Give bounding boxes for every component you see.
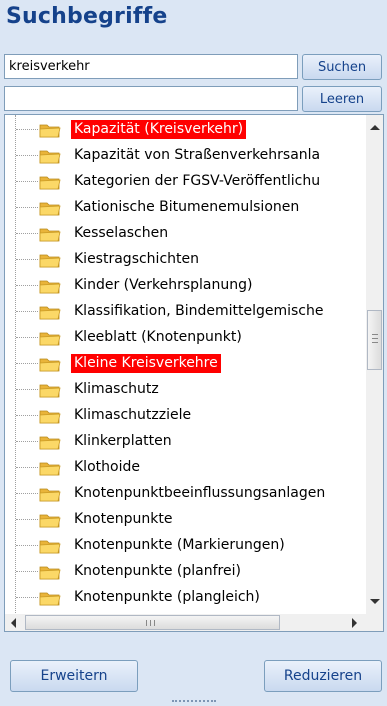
scrollbar-corner (366, 614, 383, 631)
tree-item[interactable]: Knotenpunkte (Markierungen) (5, 533, 365, 558)
secondary-field (4, 86, 298, 111)
vertical-scrollbar[interactable] (366, 115, 383, 614)
panel-title: Suchbegriffe (6, 4, 168, 29)
search-input[interactable] (4, 54, 298, 79)
expand-button[interactable]: Erweitern (10, 660, 138, 692)
scroll-up-arrow-icon[interactable] (370, 125, 380, 130)
tree-item[interactable]: Klimaschutzziele (5, 403, 365, 428)
folder-icon (39, 460, 61, 476)
tree-item[interactable]: Kapazität von Straßenverkehrsanla (5, 143, 365, 168)
folder-icon (39, 512, 61, 528)
collapse-button[interactable]: Reduzieren (264, 660, 382, 692)
tree-item-label[interactable]: Kategorien der FGSV-Veröffentlichu (71, 172, 323, 191)
tree-item[interactable]: Knotenpunktbeeinflussungsanlagen (5, 481, 365, 506)
tree-connector (16, 441, 38, 442)
tree-item[interactable]: Kesselaschen (5, 221, 365, 246)
tree-connector (16, 129, 38, 130)
tree-item-label[interactable]: Knotenpunkte (71, 510, 175, 529)
tree-item[interactable]: Kleine Kreisverkehre (5, 351, 365, 376)
tree-item-label[interactable]: Knotenpunktbeeinflussungsanlagen (71, 484, 328, 503)
scroll-right-arrow-icon[interactable] (352, 618, 357, 628)
tree-connector (16, 571, 38, 572)
folder-icon (39, 174, 61, 190)
tree-item-label[interactable]: Kleeblatt (Knotenpunkt) (71, 328, 245, 347)
tree-item-label[interactable]: Klimaschutz (71, 380, 162, 399)
folder-icon (39, 304, 61, 320)
horizontal-scrollbar[interactable] (5, 614, 366, 631)
tree-connector (16, 519, 38, 520)
folder-icon (39, 200, 61, 216)
tree-item[interactable]: Knotenpunkte (5, 507, 365, 532)
tree-item-label[interactable]: Kationische Bitumenemulsionen (71, 198, 302, 217)
tree-item[interactable]: Klimaschutz (5, 377, 365, 402)
tree-item-label[interactable]: Klimaschutzziele (71, 406, 194, 425)
tree-item[interactable]: Knotenpunkte (planfrei) (5, 559, 365, 584)
clear-button[interactable]: Leeren (302, 86, 382, 112)
tree-connector (16, 363, 38, 364)
folder-icon (39, 226, 61, 242)
horizontal-scroll-thumb[interactable] (25, 615, 280, 630)
tree-item-label[interactable]: Klinkerplatten (71, 432, 175, 451)
scroll-left-arrow-icon[interactable] (11, 618, 16, 628)
folder-icon (39, 434, 61, 450)
tree-connector (16, 233, 38, 234)
tree-item[interactable]: Kategorien der FGSV-Veröffentlichu (5, 169, 365, 194)
tree-item-label[interactable]: Kiestragschichten (71, 250, 202, 269)
tree-connector (16, 181, 38, 182)
folder-icon (39, 252, 61, 268)
folder-icon (39, 356, 61, 372)
folder-icon (39, 486, 61, 502)
tree-item[interactable]: Kapazität (Kreisverkehr) (5, 117, 365, 142)
tree-item[interactable]: Klothoide (5, 455, 365, 480)
tree-connector (16, 311, 38, 312)
tree-connector (16, 155, 38, 156)
tree-item-label[interactable]: Knotenpunkte (plangleich) (71, 588, 263, 607)
folder-icon (39, 590, 61, 606)
folder-icon (39, 330, 61, 346)
resize-grip[interactable] (172, 700, 216, 705)
tree-connector (16, 493, 38, 494)
folder-icon (39, 408, 61, 424)
folder-icon (39, 538, 61, 554)
folder-icon (39, 382, 61, 398)
tree-connector (16, 389, 38, 390)
tree-connector (16, 467, 38, 468)
tree-item-label[interactable]: Kapazität (Kreisverkehr) (71, 120, 247, 139)
tree-item-label[interactable]: Knotenpunkte (planfrei) (71, 562, 244, 581)
tree-connector (16, 285, 38, 286)
tree-item-label[interactable]: Kesselaschen (71, 224, 171, 243)
tree-item-label[interactable]: Kapazität von Straßenverkehrsanla (71, 146, 323, 165)
tree-item[interactable]: Klinkerplatten (5, 429, 365, 454)
tree-connector (16, 545, 38, 546)
folder-icon (39, 122, 61, 138)
tree-item[interactable]: Kleeblatt (Knotenpunkt) (5, 325, 365, 350)
tree-connector (16, 337, 38, 338)
search-button[interactable]: Suchen (302, 54, 382, 80)
tree-item-label[interactable]: Klassifikation, Bindemittelgemische (71, 302, 326, 321)
tree-connector (16, 259, 38, 260)
vertical-scroll-thumb[interactable] (367, 310, 382, 370)
tree-item[interactable]: Klassifikation, Bindemittelgemische (5, 299, 365, 324)
tree-item-label[interactable]: Kinder (Verkehrsplanung) (71, 276, 255, 295)
keyword-tree[interactable]: Kapazität (Kreisverkehr) Kapazität von St… (4, 114, 384, 632)
tree-item[interactable]: Kinder (Verkehrsplanung) (5, 273, 365, 298)
tree-connector (16, 597, 38, 598)
tree-item[interactable]: Kiestragschichten (5, 247, 365, 272)
tree-item-label[interactable]: Kleine Kreisverkehre (71, 354, 221, 373)
tree-item-label[interactable]: Knotenpunkte (Markierungen) (71, 536, 288, 555)
scroll-down-arrow-icon[interactable] (370, 599, 380, 604)
tree-connector (16, 207, 38, 208)
folder-icon (39, 278, 61, 294)
folder-icon (39, 148, 61, 164)
tree-item[interactable]: Knotenpunkte (plangleich) (5, 585, 365, 610)
folder-icon (39, 564, 61, 580)
tree-item-label[interactable]: Klothoide (71, 458, 143, 477)
tree-item[interactable]: Kationische Bitumenemulsionen (5, 195, 365, 220)
tree-connector (16, 415, 38, 416)
